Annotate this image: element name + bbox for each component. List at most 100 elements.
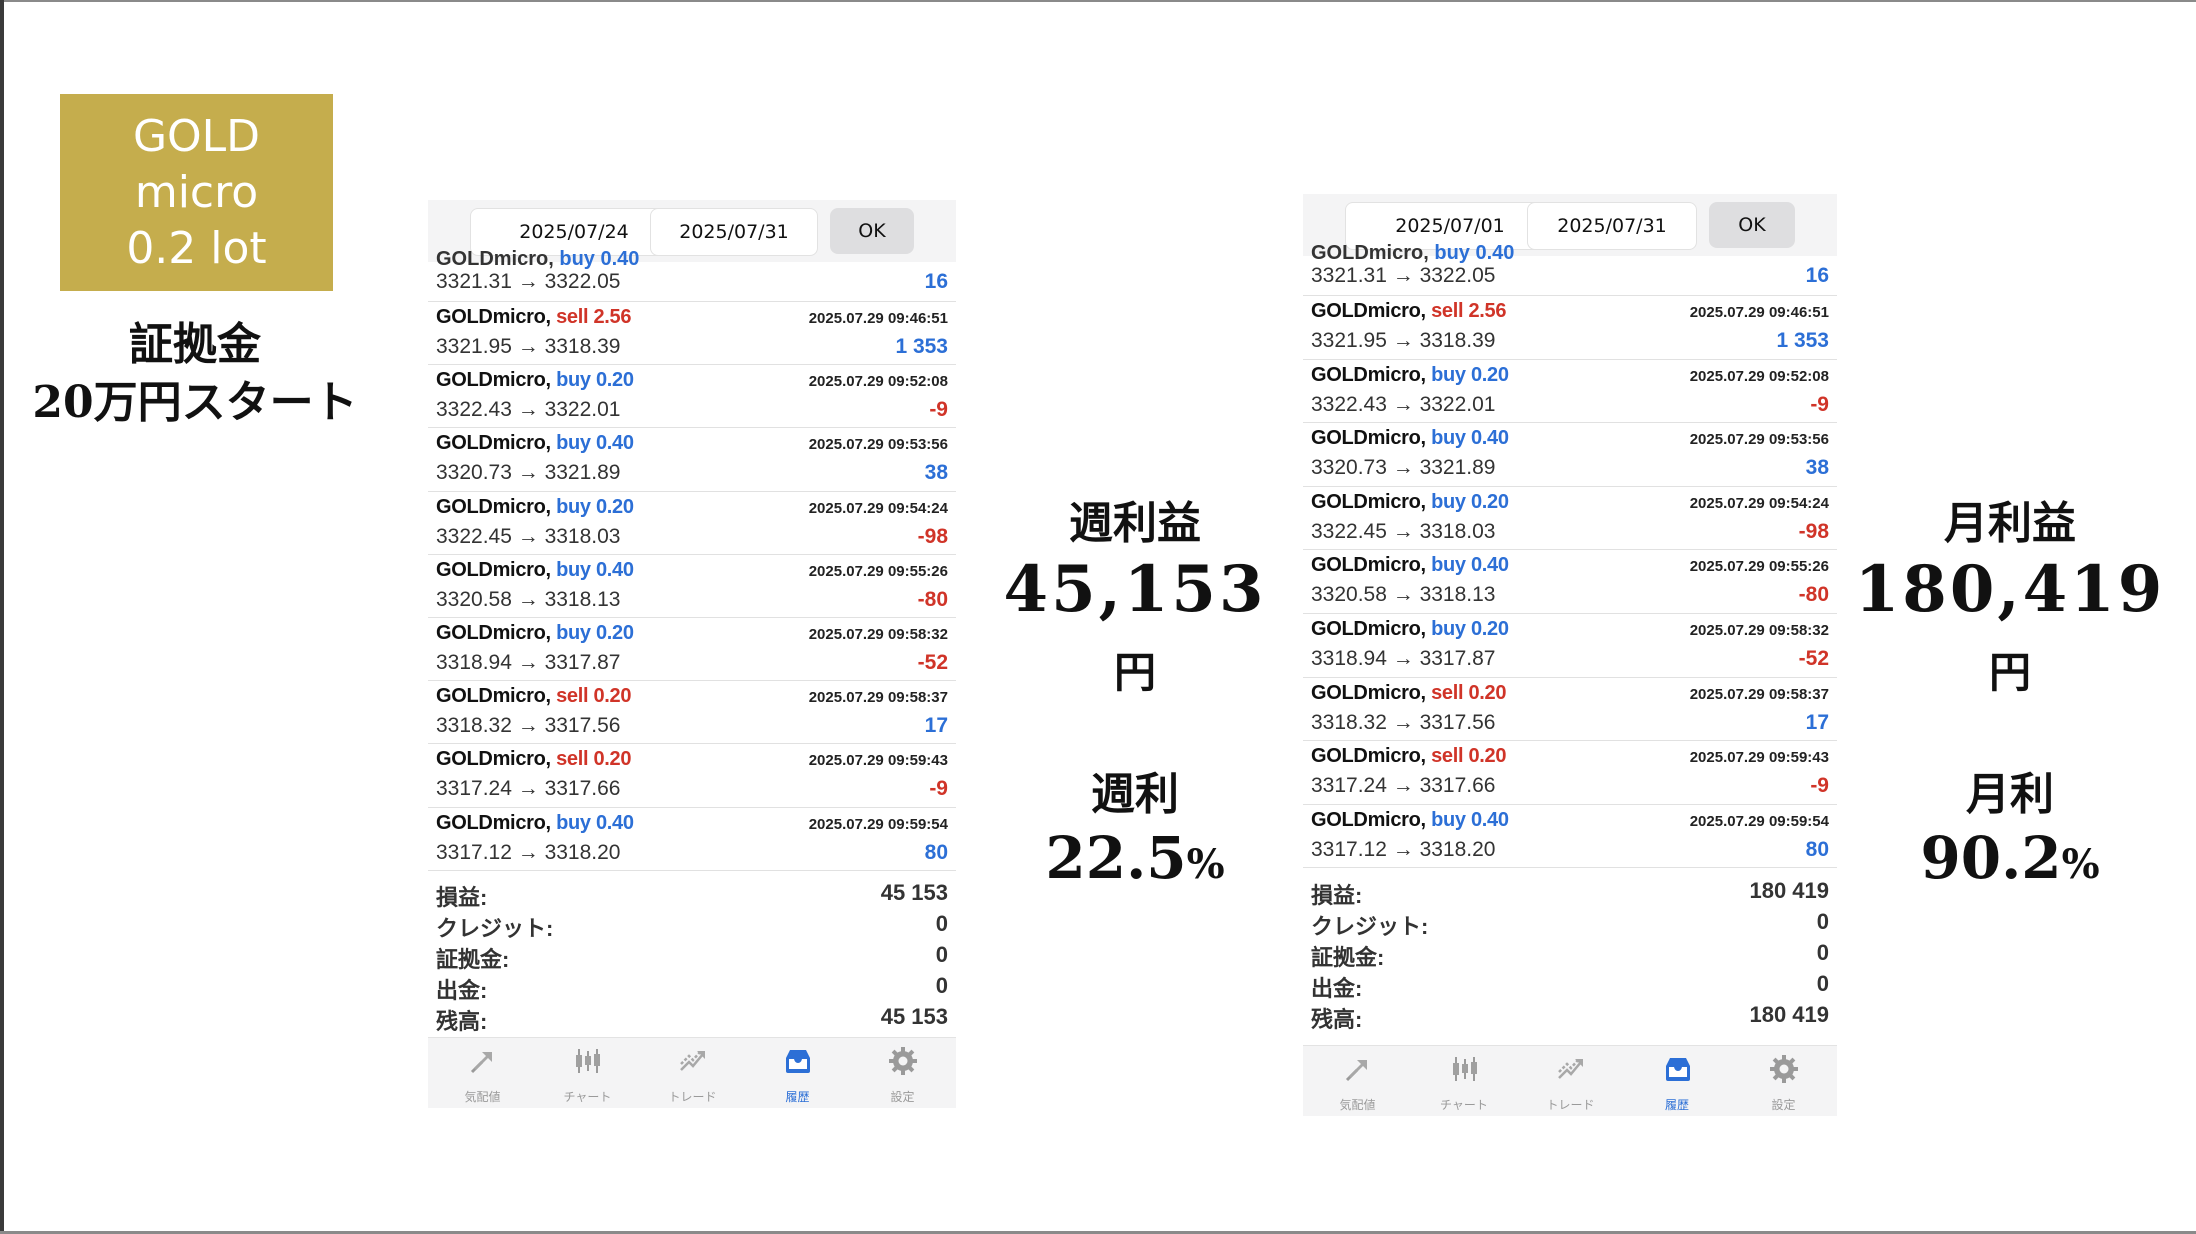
trade-direction: buy 0.20: [556, 495, 634, 518]
table-row[interactable]: GOLDmicro, buy 0.20 2025.07.29 09:54:24 33…: [1303, 487, 1837, 551]
trade-time: 2025.07.29 09:59:43: [808, 752, 948, 770]
trade-profit: 17: [1805, 710, 1829, 734]
monthly-profit-unit: 円: [1988, 648, 2031, 697]
date-to-field[interactable]: 2025/07/31: [1527, 202, 1697, 250]
tab-quotes[interactable]: 気配値: [430, 1038, 535, 1108]
trade-time: 2025.07.29 09:55:26: [1689, 558, 1829, 576]
ok-button[interactable]: OK: [830, 208, 914, 254]
tab-chart[interactable]: チャート: [1412, 1046, 1517, 1116]
monthly-rate-line: 90.2%: [1850, 823, 2170, 900]
trade-symbol: GOLDmicro, sell 0.20: [1311, 681, 1507, 705]
weekly-profit-line: 45,153 円: [990, 552, 1280, 711]
deposit-line-2: 20万円スタート: [32, 377, 358, 428]
trade-direction: sell 0.20: [1431, 681, 1507, 704]
trade-symbol: GOLDmicro, buy 0.20: [1311, 364, 1509, 387]
summary-label: 証拠金:: [1311, 945, 1385, 970]
monthly-profit-label: 月利益: [1944, 498, 2076, 549]
summary-row: 残高: 180 419: [1303, 1000, 1837, 1032]
table-row-partial[interactable]: GOLDmicro, buy 0.40 3321.31 → 3322.05 16: [428, 248, 956, 302]
bottom-tab-bar: 気配値 チャート トレード 履歴 設定: [428, 1037, 956, 1108]
table-row[interactable]: GOLDmicro, buy 0.20 2025.07.29 09:58:32 33…: [1303, 614, 1837, 678]
monthly-rate-value: 90.2: [1920, 824, 2062, 892]
frame-left: [0, 0, 4, 1234]
trade-direction: sell 0.20: [556, 685, 632, 708]
summary-label: クレジット:: [1311, 914, 1429, 939]
table-row[interactable]: GOLDmicro, buy 0.20 2025.07.29 09:52:08 33…: [428, 365, 956, 429]
table-row[interactable]: GOLDmicro, sell 2.56 2025.07.29 09:46:51 3…: [428, 302, 956, 366]
table-row[interactable]: GOLDmicro, sell 0.20 2025.07.29 09:59:43 3…: [1303, 741, 1837, 805]
table-row[interactable]: GOLDmicro, buy 0.20 2025.07.29 09:54:24 33…: [428, 492, 956, 555]
tab-history[interactable]: 履歴: [745, 1038, 850, 1108]
table-row[interactable]: GOLDmicro, sell 2.56 2025.07.29 09:46:51 3…: [1303, 296, 1837, 360]
trade-symbol: GOLDmicro, sell 2.56: [436, 306, 632, 329]
tab-chart[interactable]: チャート: [535, 1038, 640, 1108]
trade-direction: sell 0.20: [556, 748, 632, 771]
table-row[interactable]: GOLDmicro, buy 0.40 2025.07.29 09:59:54 33…: [428, 808, 956, 871]
summary-value: 0: [1816, 909, 1829, 934]
trade-time: 2025.07.29 09:59:54: [1689, 812, 1829, 830]
trade-prices: 3318.94 → 3317.87: [436, 650, 621, 674]
trade-prices: 3321.31 → 3322.05: [1311, 264, 1496, 287]
trade-profit: 38: [924, 461, 948, 485]
trade-prices: 3322.43 → 3322.01: [1311, 392, 1496, 416]
ok-button[interactable]: OK: [1709, 202, 1795, 248]
trade-profit: -9: [1810, 392, 1829, 416]
trade-direction: buy 0.20: [1431, 617, 1509, 640]
trade-profit: -80: [1798, 583, 1829, 607]
trade-direction: sell 2.56: [556, 306, 632, 328]
table-row[interactable]: GOLDmicro, buy 0.40 2025.07.29 09:55:26 33…: [428, 555, 956, 618]
summary-row: クレジット: 0: [428, 909, 956, 941]
trade-prices: 3322.45 → 3318.03: [1311, 519, 1496, 543]
trade-prices: 3317.24 → 3317.66: [1311, 774, 1496, 798]
trade-profit: 16: [1805, 264, 1829, 287]
badge-line-2: micro: [134, 166, 259, 218]
table-row[interactable]: GOLDmicro, buy 0.40 2025.07.29 09:53:56 33…: [428, 428, 956, 492]
monthly-profit-line: 180,419 円: [1850, 552, 2170, 711]
weekly-profit-unit: 円: [1113, 648, 1156, 697]
tab-quotes[interactable]: 気配値: [1305, 1046, 1410, 1116]
trade-time: 2025.07.29 09:58:37: [1689, 685, 1829, 703]
tab-history[interactable]: 履歴: [1625, 1046, 1730, 1116]
weekly-rate-unit: %: [1186, 841, 1225, 888]
table-row-partial[interactable]: GOLDmicro, buy 0.40 3321.31 → 3322.05 16: [1303, 242, 1837, 296]
table-row[interactable]: GOLDmicro, buy 0.40 2025.07.29 09:53:56 33…: [1303, 423, 1837, 487]
summary-value: 0: [1816, 971, 1829, 996]
tab-trade[interactable]: トレード: [640, 1038, 745, 1108]
trade-prices: 3317.12 → 3318.20: [1311, 837, 1496, 861]
tab-settings[interactable]: 設定: [850, 1038, 955, 1108]
trade-symbol: GOLDmicro, sell 0.20: [1311, 745, 1507, 768]
trade-prices: 3320.73 → 3321.89: [436, 461, 621, 485]
trade-symbol-name: GOLDmicro,: [436, 306, 551, 328]
tab-label: チャート: [1440, 1098, 1488, 1112]
trade-prices: 3321.95 → 3318.39: [1311, 329, 1496, 352]
table-row[interactable]: GOLDmicro, buy 0.20 2025.07.29 09:52:08 33…: [1303, 360, 1837, 424]
summary-label: 損益:: [1311, 883, 1363, 908]
table-row[interactable]: GOLDmicro, sell 0.20 2025.07.29 09:58:37 3…: [1303, 678, 1837, 742]
tab-label: 気配値: [1339, 1098, 1376, 1112]
tab-label: 設定: [1771, 1098, 1796, 1112]
trade-symbol: GOLDmicro, sell 2.56: [1311, 300, 1507, 323]
tab-settings[interactable]: 設定: [1731, 1046, 1836, 1116]
table-row[interactable]: GOLDmicro, sell 0.20 2025.07.29 09:59:43 3…: [428, 744, 956, 808]
trade-symbol: GOLDmicro, sell 0.20: [436, 685, 632, 708]
trade-symbol-name: GOLDmicro,: [436, 432, 551, 455]
tab-trade[interactable]: トレード: [1518, 1046, 1623, 1116]
trade-symbol: GOLDmicro, buy 0.20: [436, 369, 634, 392]
trade-profit: 80: [924, 840, 948, 864]
deposit-caption: 証拠金 20万円スタート: [20, 316, 370, 432]
table-row[interactable]: GOLDmicro, buy 0.40 2025.07.29 09:55:26 33…: [1303, 550, 1837, 614]
table-row[interactable]: GOLDmicro, sell 0.20 2025.07.29 09:58:37 3…: [428, 681, 956, 745]
summary-label: 損益:: [436, 885, 488, 910]
table-row[interactable]: GOLDmicro, buy 0.40 2025.07.29 09:59:54 33…: [1303, 805, 1837, 869]
summary-label: 出金:: [1311, 976, 1363, 1001]
weekly-rate-value: 22.5: [1045, 824, 1187, 892]
tab-label: トレード: [1546, 1098, 1595, 1112]
summary-value: 45 153: [880, 880, 948, 905]
date-to-field[interactable]: 2025/07/31: [650, 208, 818, 256]
trade-symbol: GOLDmicro, buy 0.40: [1311, 809, 1509, 832]
table-row[interactable]: GOLDmicro, buy 0.20 2025.07.29 09:58:32 33…: [428, 618, 956, 682]
trade-prices: 3317.12 → 3318.20: [436, 840, 621, 864]
summary-value: 180 419: [1749, 878, 1829, 903]
trade-direction: buy 0.20: [556, 369, 634, 392]
trade-time: 2025.07.29 09:59:54: [808, 815, 948, 833]
